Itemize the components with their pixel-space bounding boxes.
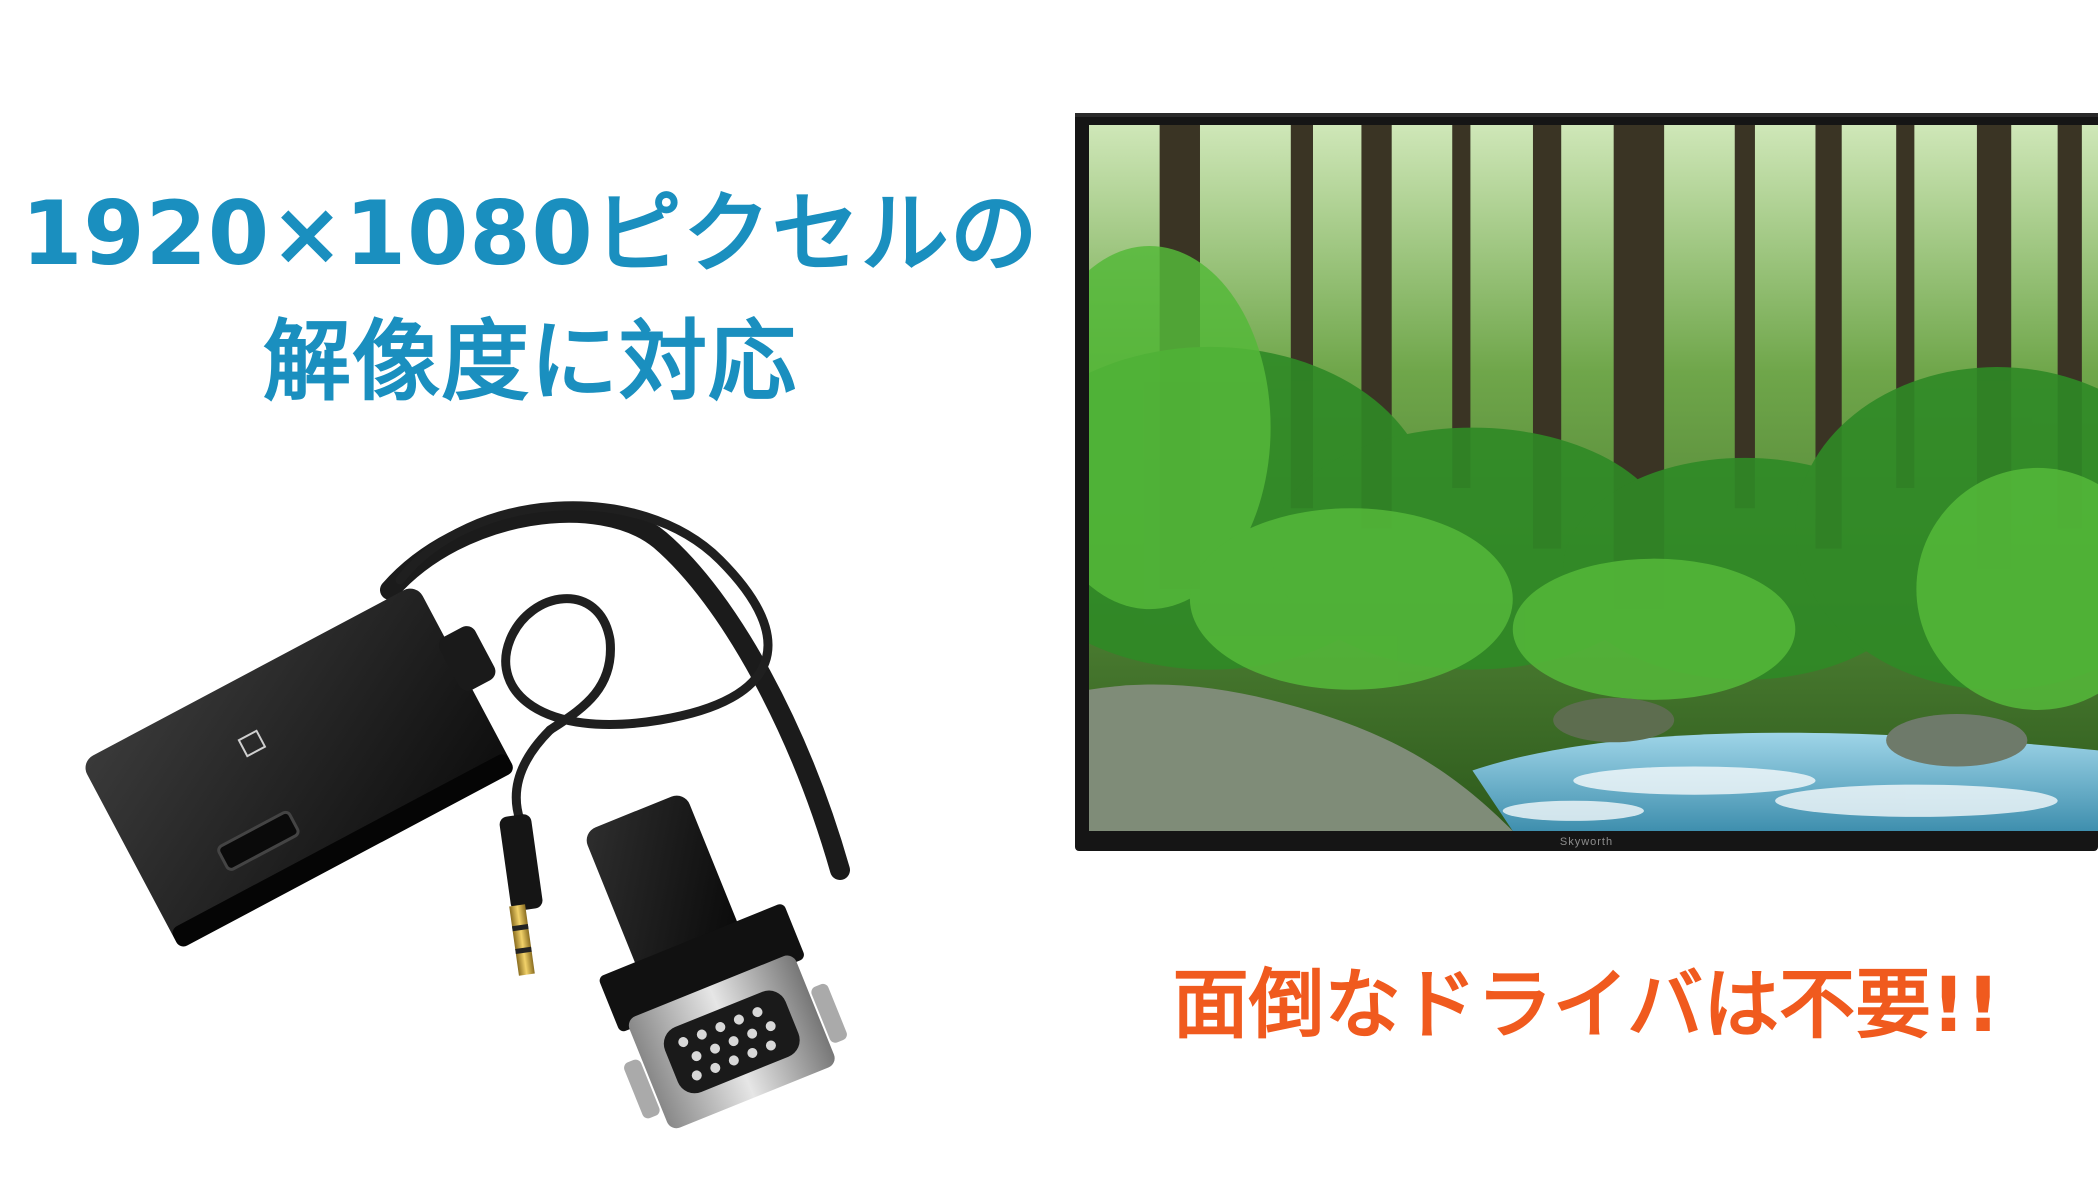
- tv-screen: [1089, 125, 2098, 831]
- headline: 1920×1080ピクセルの 解像度に対応: [0, 170, 1060, 426]
- headline-line-2: 解像度に対応: [262, 310, 797, 413]
- forest-scene-image: [1089, 125, 2098, 831]
- tv-brand-label: Skyworth: [1559, 836, 1614, 848]
- tv-top-edge: [1075, 113, 2098, 117]
- headline-line-1: 1920×1080ピクセルの: [21, 182, 1039, 285]
- vga-hdmi-adapter-image: [85, 501, 850, 1129]
- tv-monitor: Skyworth: [1075, 113, 2098, 851]
- tagline: 面倒なドライバは不要!!: [1172, 960, 2001, 1049]
